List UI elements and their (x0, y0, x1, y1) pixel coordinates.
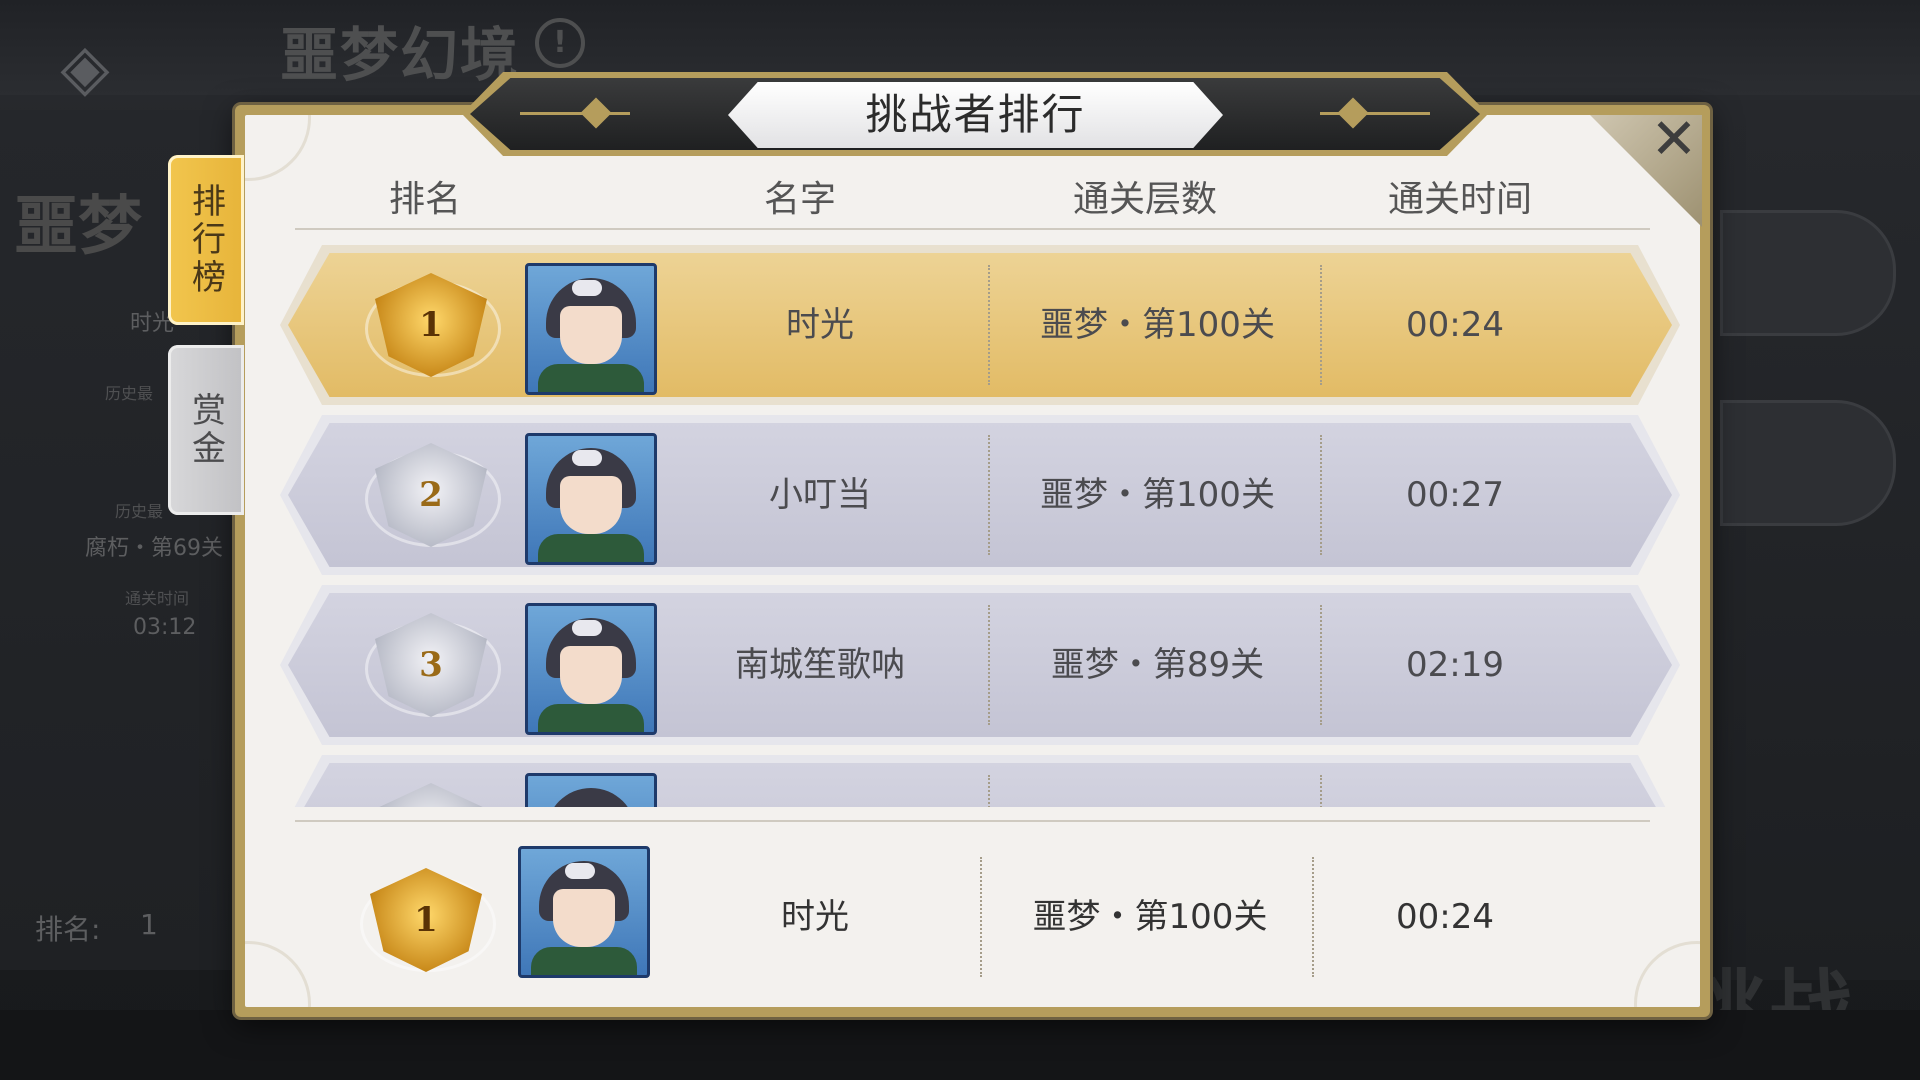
background-left-title: 噩梦 (14, 189, 142, 264)
column-divider (988, 265, 990, 385)
header-divider (295, 228, 1650, 230)
avatar-body (538, 534, 644, 562)
avatar-streak (572, 620, 602, 636)
background-history-value: 腐朽・第69关 (85, 536, 223, 561)
column-header-rank: 排名 (388, 179, 461, 220)
background-stage-button[interactable] (1720, 210, 1896, 336)
column-header-floor: 通关层数 (1072, 179, 1217, 220)
my-rank-row: 1 时光 噩梦・第100关 00:24 (280, 832, 1680, 1002)
leaderboard-row[interactable]: 2 小叮当 噩梦・第100关 00:27 (280, 415, 1680, 575)
modal-title: 挑战者排行 (865, 90, 1086, 139)
player-avatar-icon[interactable] (525, 433, 657, 565)
row-name: 小叮当 (769, 475, 871, 515)
leaderboard-row[interactable] (280, 755, 1680, 807)
player-avatar-icon[interactable] (525, 773, 657, 807)
background-rank-label: 排名: (35, 913, 101, 946)
background-history-label: 历史最 (105, 384, 154, 403)
row-time: 02:19 (1406, 645, 1504, 685)
row-floor: 噩梦・第100关 (1040, 475, 1275, 515)
background-page-title: 噩梦幻境 (280, 21, 521, 89)
avatar-streak (565, 863, 595, 879)
corner-ornament (245, 115, 311, 181)
leaderboard-row[interactable]: 3 南城笙歌呐 噩梦・第89关 02:19 (280, 585, 1680, 745)
avatar-streak (572, 450, 602, 466)
row-time: 00:27 (1406, 475, 1504, 515)
leaderboard-list[interactable]: 1 时光 噩梦・第100关 00:24 2 小叮当 噩梦・第100关 00:27 (280, 245, 1680, 807)
player-avatar-icon[interactable] (518, 846, 650, 978)
row-background (288, 763, 1672, 807)
background-bottom-bar (0, 1010, 1920, 1080)
tab-leaderboard[interactable]: 排行榜 (168, 155, 244, 325)
column-divider (988, 775, 990, 807)
diamond-back-icon[interactable]: ◈ (45, 28, 125, 108)
column-divider (1312, 857, 1314, 977)
column-divider (1320, 435, 1322, 555)
avatar-body (531, 947, 637, 975)
row-time: 00:24 (1406, 305, 1504, 345)
my-name: 时光 (781, 897, 849, 937)
column-divider (1320, 265, 1322, 385)
footer-divider (295, 820, 1650, 822)
column-divider (1320, 605, 1322, 725)
row-name: 时光 (786, 305, 854, 345)
my-floor: 噩梦・第100关 (1032, 897, 1268, 937)
column-header-name: 名字 (763, 179, 836, 220)
avatar-face (560, 476, 622, 534)
leaderboard-row[interactable]: 1 时光 噩梦・第100关 00:24 (280, 245, 1680, 405)
banner-ornament-line (520, 112, 630, 115)
avatar-hair (546, 788, 636, 807)
row-floor: 噩梦・第89关 (1050, 645, 1265, 685)
info-icon[interactable]: ! (535, 18, 585, 68)
avatar-streak (572, 280, 602, 296)
player-avatar-icon[interactable] (525, 263, 657, 395)
column-divider (988, 605, 990, 725)
background-history-label: 历史最 (115, 502, 164, 521)
column-divider (980, 857, 982, 977)
row-rank: 1 (419, 305, 443, 345)
background-stage-button[interactable] (1720, 400, 1896, 526)
row-rank: 3 (419, 645, 443, 685)
column-header-time: 通关时间 (1387, 179, 1532, 220)
row-name: 南城笙歌呐 (735, 645, 905, 685)
player-avatar-icon[interactable] (525, 603, 657, 735)
row-floor: 噩梦・第100关 (1040, 305, 1275, 345)
my-rank: 1 (414, 900, 438, 940)
background-rank-value: 1 (140, 908, 158, 941)
avatar-body (538, 704, 644, 732)
column-divider (988, 435, 990, 555)
tab-bounty[interactable]: 赏金 (168, 345, 244, 515)
row-rank: 2 (419, 475, 443, 515)
close-icon[interactable]: ✕ (1646, 112, 1702, 168)
avatar-face (553, 889, 615, 947)
avatar-face (560, 306, 622, 364)
avatar-body (538, 364, 644, 392)
avatar-face (560, 646, 622, 704)
background-clear-time-value: 03:12 (133, 615, 197, 640)
my-time: 00:24 (1396, 897, 1494, 937)
column-divider (1320, 775, 1322, 807)
background-clear-time-label: 通关时间 (125, 589, 190, 608)
